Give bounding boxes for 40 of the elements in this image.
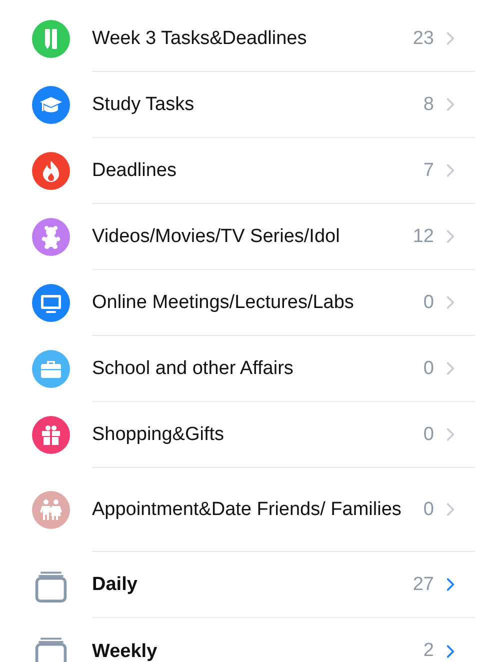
chevron-icon <box>446 644 455 658</box>
item-count: 23 <box>412 28 434 50</box>
chevron-icon <box>446 97 455 112</box>
chevron-icon <box>446 577 455 592</box>
list-name: Appointment&Date Friends/ Families <box>92 498 402 522</box>
list-row[interactable]: Daily 27 <box>0 552 500 618</box>
chevron-icon <box>446 163 455 178</box>
list-row[interactable]: Shopping&Gifts 0 <box>0 402 500 468</box>
chevron-icon <box>446 502 455 517</box>
item-count: 2 <box>423 640 434 662</box>
list-name: Shopping&Gifts <box>92 423 226 447</box>
item-count: 0 <box>423 358 434 380</box>
chevron-icon <box>446 295 455 310</box>
item-count: 7 <box>423 160 434 182</box>
chevron-icon <box>446 31 455 46</box>
chevron-icon <box>446 427 455 442</box>
list-row[interactable]: Online Meetings/Lectures/Labs 0 <box>0 270 500 336</box>
list-row[interactable]: Weekly 2 <box>0 618 500 662</box>
item-count: 8 <box>423 94 434 116</box>
item-count: 0 <box>423 424 434 446</box>
item-count: 12 <box>412 226 434 248</box>
list-row[interactable]: Appointment&Date Friends/ Families 0 <box>0 468 500 552</box>
list-row[interactable]: Deadlines 7 <box>0 138 500 204</box>
item-count: 27 <box>412 574 434 596</box>
list-row[interactable]: Study Tasks 8 <box>0 72 500 138</box>
list-name: Daily <box>92 573 138 597</box>
list-name: Videos/Movies/TV Series/Idol <box>92 225 341 249</box>
list-name: Online Meetings/Lectures/Labs <box>92 291 355 315</box>
list-name: Week 3 Tasks&Deadlines <box>92 27 308 51</box>
list-row[interactable]: Videos/Movies/TV Series/Idol 12 <box>0 204 500 270</box>
list-row[interactable]: Week 3 Tasks&Deadlines 23 <box>0 6 500 72</box>
list-name: Study Tasks <box>92 93 196 117</box>
list-row[interactable]: School and other Affairs 0 <box>0 336 500 402</box>
chevron-icon <box>446 361 455 376</box>
item-count: 0 <box>423 292 434 314</box>
chevron-icon <box>446 229 455 244</box>
list-name: School and other Affairs <box>92 357 294 381</box>
list-name: Deadlines <box>92 159 178 183</box>
list-name: Weekly <box>92 640 158 662</box>
item-count: 0 <box>423 498 434 520</box>
